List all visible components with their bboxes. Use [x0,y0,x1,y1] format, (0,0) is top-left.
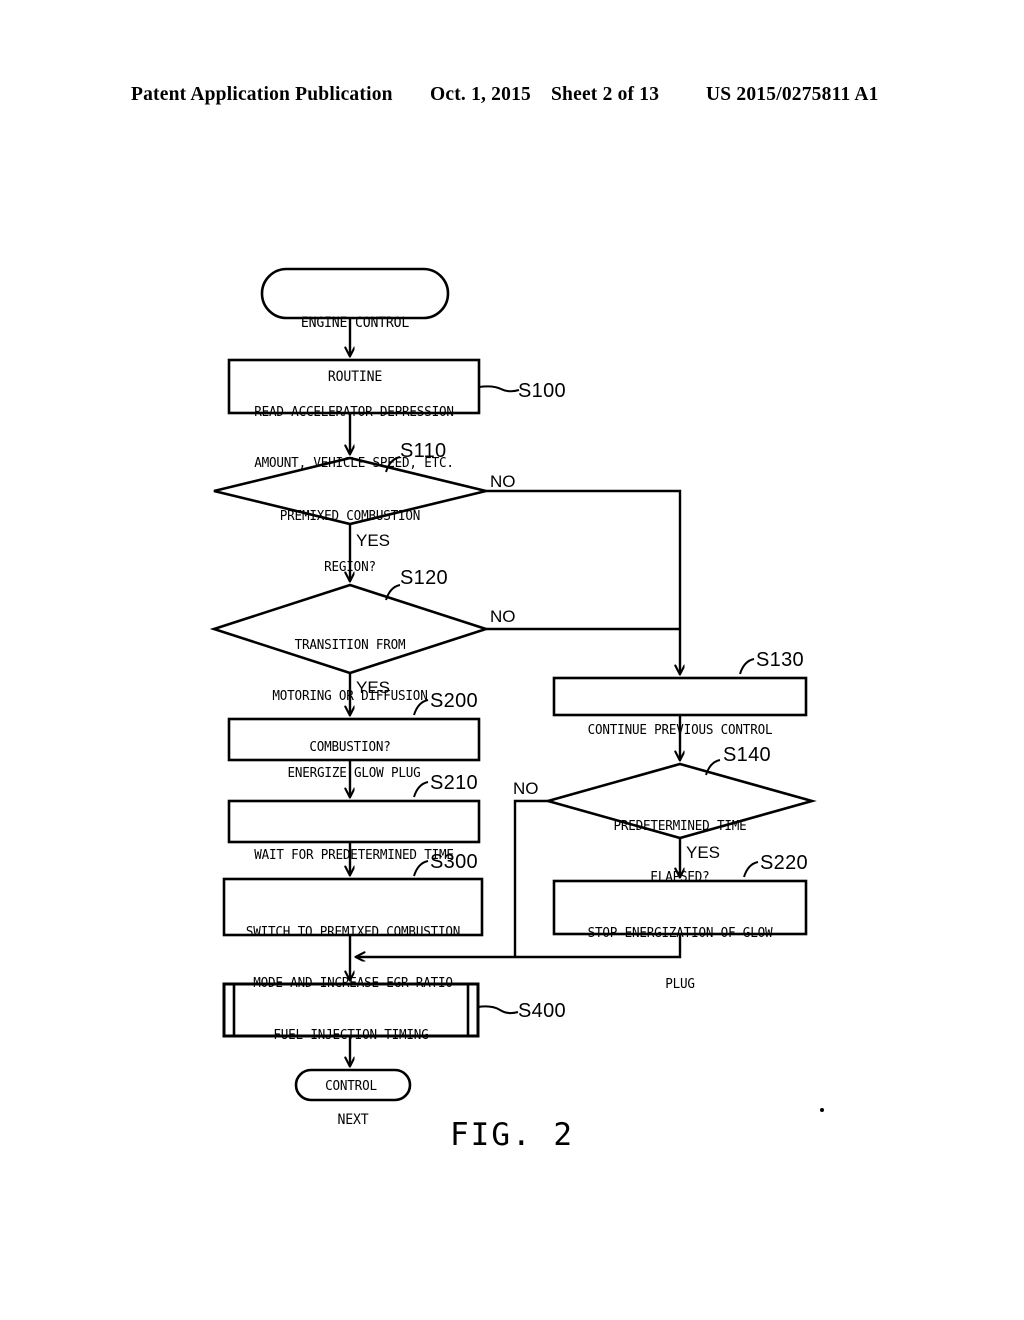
s100-line-1: READ ACCELERATOR DEPRESSION [254,405,454,420]
page-corner-dot [820,1108,824,1112]
s130-line-1: CONTINUE PREVIOUS CONTROL [587,723,773,738]
step-label-s300: S300 [430,851,478,873]
start-line-1: ENGINE CONTROL [300,315,410,331]
leader-s130 [739,658,755,675]
s220-line-1: STOP ENERGIZATION OF GLOW [587,926,773,941]
step-label-s100: S100 [518,380,566,402]
s140-yes-label: YES [686,843,721,862]
s110-yes-label: YES [356,531,391,550]
leader-s400 [477,1005,519,1015]
s220-line-2: PLUG [665,977,695,992]
step-label-s210: S210 [430,772,478,794]
s120-no-label: NO [490,607,516,626]
s110-line-1: PREMIXED COMBUSTION [279,509,421,524]
s140-line-1: PREDETERMINED TIME [613,819,747,834]
connector-s140-no-to-merge [513,799,548,957]
leader-s100 [478,385,520,393]
step-label-s200: S200 [430,690,478,712]
s120-line-1: TRANSITION FROM [294,638,406,653]
figure-caption: FIG. 2 [450,1117,574,1153]
step-label-s130: S130 [756,649,804,671]
s140-no-label: NO [513,779,539,798]
step-label-s110: S110 [400,440,447,462]
s400-line-1: FUEL INJECTION TIMING [273,1028,429,1043]
step-label-s140: S140 [723,744,771,766]
step-label-s220: S220 [760,852,808,874]
s220-node-label: STOP ENERGIZATION OF GLOW PLUG [562,891,799,1027]
s300-line-2: MODE AND INCREASE EGR RATIO [253,976,453,991]
step-label-s120: S120 [400,567,448,589]
s120-yes-label: YES [356,678,391,697]
s300-line-1: SWITCH TO PREMIXED COMBUSTION [245,925,461,940]
s110-no-label: NO [490,472,516,491]
step-label-s400: S400 [518,1000,566,1022]
flowchart-figure: ENGINE CONTROL ROUTINE READ ACCELERATOR … [0,0,1024,1320]
connector-s110-no-to-s130 [486,489,680,674]
